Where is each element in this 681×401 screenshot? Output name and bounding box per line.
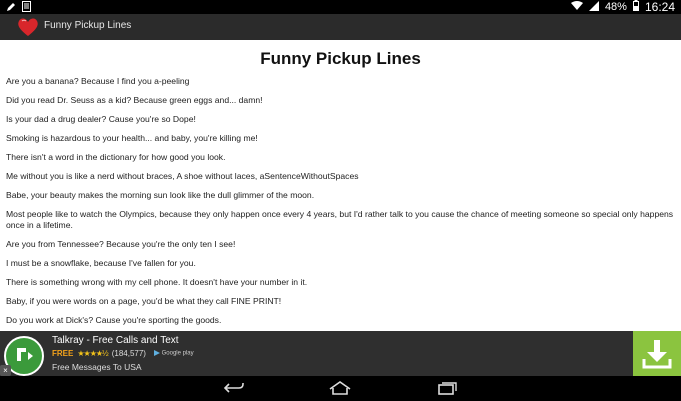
- clock: 16:24: [644, 0, 675, 14]
- ad-banner[interactable]: × Talkray - Free Calls and Text FREE ★★★…: [0, 331, 681, 376]
- status-bar: 48% 16:24: [0, 0, 681, 14]
- list-item: Are you from Tennessee? Because you're t…: [6, 239, 236, 249]
- google-play-badge: Google play: [153, 350, 194, 357]
- download-button[interactable]: [633, 331, 681, 376]
- google-play-label: Google play: [161, 350, 194, 357]
- list-item: Me without you is like a nerd without br…: [6, 171, 359, 181]
- list-item: Did you read Dr. Seuss as a kid? Because…: [6, 95, 263, 105]
- list-item: Are you a banana? Because I find you a-p…: [6, 76, 190, 86]
- list-item: Babe, your beauty makes the morning sun …: [6, 190, 315, 200]
- list-item: Baby, if you were words on a page, you'd…: [6, 296, 282, 306]
- list-item: There isn't a word in the dictionary for…: [6, 152, 226, 162]
- recent-apps-button[interactable]: [433, 380, 459, 396]
- signal-icon: [588, 0, 599, 14]
- pickup-lines-list: Are you a banana? Because I find you a-p…: [6, 76, 674, 331]
- main-content[interactable]: Funny Pickup Lines Are you a banana? Bec…: [0, 40, 681, 331]
- battery-icon: [632, 0, 639, 14]
- edit-icon: [6, 2, 16, 15]
- ad-title[interactable]: Talkray - Free Calls and Text: [52, 335, 179, 346]
- ad-rating-row: FREE ★★★★½ (184,577) Google play: [52, 349, 194, 358]
- home-button[interactable]: [327, 380, 353, 396]
- wifi-icon: [570, 0, 583, 14]
- battery-percent: 48%: [604, 1, 627, 13]
- back-button[interactable]: [221, 380, 247, 396]
- app-title: Funny Pickup Lines: [44, 20, 132, 31]
- list-item: I must be a snowflake, because I've fall…: [6, 258, 196, 268]
- page-title: Funny Pickup Lines: [260, 49, 421, 68]
- list-item: Is your dad a drug dealer? Cause you're …: [6, 114, 196, 124]
- back-icon: [223, 383, 244, 393]
- ad-price: FREE: [52, 349, 74, 358]
- download-icon: [642, 340, 672, 369]
- list-item: Most people like to watch the Olympics, …: [6, 209, 674, 230]
- document-icon: [22, 1, 31, 15]
- list-item: Do you work at Dick's? Cause you're spor…: [6, 315, 222, 325]
- action-bar: Funny Pickup Lines: [0, 14, 681, 40]
- navigation-bar: [0, 376, 681, 400]
- ad-close-icon[interactable]: ×: [0, 365, 11, 376]
- ad-rating-count: (184,577): [111, 349, 146, 358]
- list-item: There is something wrong with my cell ph…: [6, 277, 308, 287]
- ad-subtitle: Free Messages To USA: [52, 362, 142, 372]
- home-icon: [329, 381, 351, 395]
- recent-apps-icon: [438, 382, 457, 395]
- app-heart-icon[interactable]: [17, 17, 39, 37]
- list-item: Smoking is hazardous to your health... a…: [6, 133, 258, 143]
- ad-stars: ★★★★½: [77, 349, 108, 358]
